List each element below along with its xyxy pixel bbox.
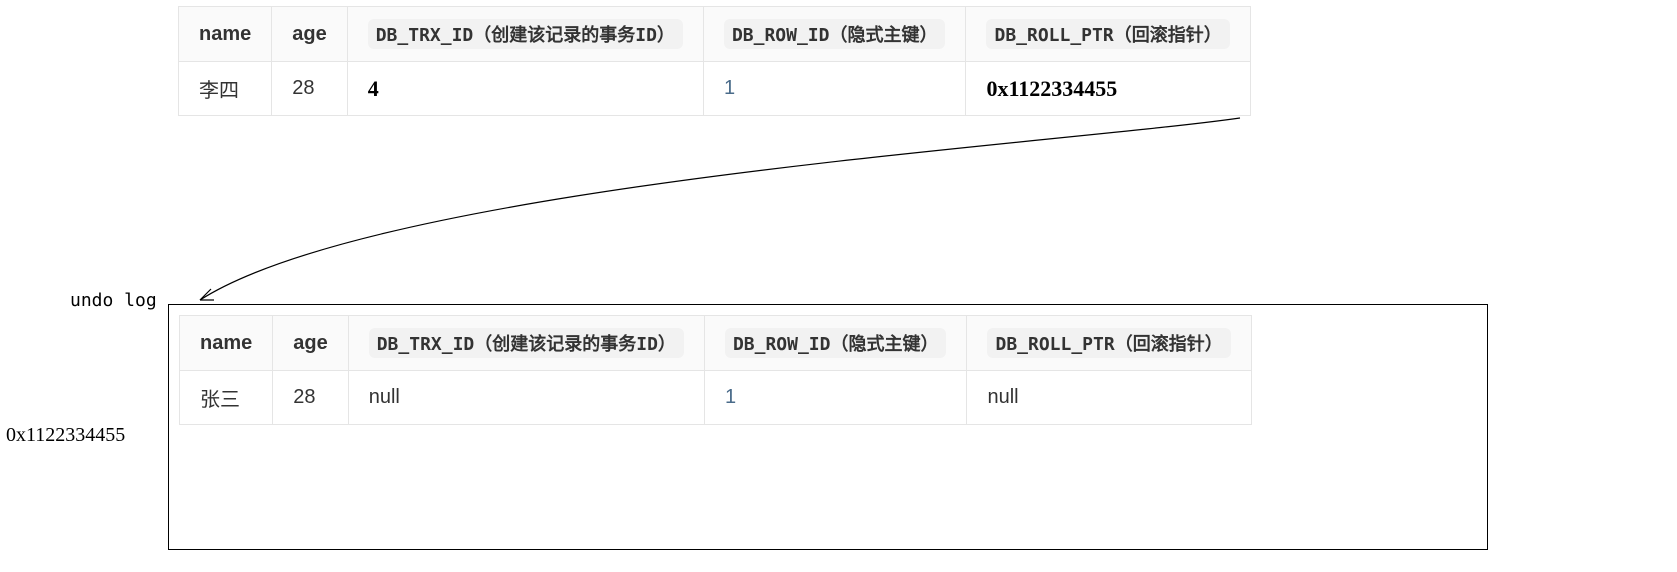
col-row: DB_ROW_ID（隐式主键） (703, 7, 966, 62)
table-row: 张三 28 null 1 null (180, 371, 1252, 425)
col-ptr-code: DB_ROLL_PTR（回滚指针） (986, 19, 1229, 49)
cell-ptr-value: 0x1122334455 (986, 76, 1117, 101)
cell-ptr: 0x1122334455 (966, 62, 1250, 116)
cell-name: 张三 (180, 371, 273, 425)
cell-trx-value: 4 (368, 76, 379, 101)
cell-age: 28 (273, 371, 348, 425)
col-name: name (180, 316, 273, 371)
col-row-code: DB_ROW_ID（隐式主键） (725, 328, 947, 358)
col-trx: DB_TRX_ID（创建该记录的事务ID） (348, 316, 704, 371)
table-row: 李四 28 4 1 0x1122334455 (179, 62, 1251, 116)
current-record-table: name age DB_TRX_ID（创建该记录的事务ID） DB_ROW_ID… (178, 6, 1251, 116)
cell-row: 1 (704, 371, 967, 425)
col-trx: DB_TRX_ID（创建该记录的事务ID） (347, 7, 703, 62)
col-trx-code: DB_TRX_ID（创建该记录的事务ID） (368, 19, 683, 49)
table-header-row: name age DB_TRX_ID（创建该记录的事务ID） DB_ROW_ID… (180, 316, 1252, 371)
undo-log-label: undo log (70, 290, 157, 311)
col-trx-code: DB_TRX_ID（创建该记录的事务ID） (369, 328, 684, 358)
col-age: age (273, 316, 348, 371)
col-row-code: DB_ROW_ID（隐式主键） (724, 19, 946, 49)
col-ptr: DB_ROLL_PTR（回滚指针） (967, 316, 1251, 371)
cell-row: 1 (703, 62, 966, 116)
undo-address-label: 0x1122334455 (6, 424, 125, 447)
cell-trx: null (348, 371, 704, 425)
cell-ptr: null (967, 371, 1251, 425)
col-age: age (272, 7, 347, 62)
cell-name: 李四 (179, 62, 272, 116)
cell-trx: 4 (347, 62, 703, 116)
diagram-canvas: name age DB_TRX_ID（创建该记录的事务ID） DB_ROW_ID… (0, 0, 1677, 572)
col-name: name (179, 7, 272, 62)
undo-log-box: name age DB_TRX_ID（创建该记录的事务ID） DB_ROW_ID… (168, 304, 1488, 550)
col-ptr-code: DB_ROLL_PTR（回滚指针） (987, 328, 1230, 358)
undo-record-table: name age DB_TRX_ID（创建该记录的事务ID） DB_ROW_ID… (179, 315, 1252, 425)
col-ptr: DB_ROLL_PTR（回滚指针） (966, 7, 1250, 62)
table-header-row: name age DB_TRX_ID（创建该记录的事务ID） DB_ROW_ID… (179, 7, 1251, 62)
col-row: DB_ROW_ID（隐式主键） (704, 316, 967, 371)
cell-age: 28 (272, 62, 347, 116)
